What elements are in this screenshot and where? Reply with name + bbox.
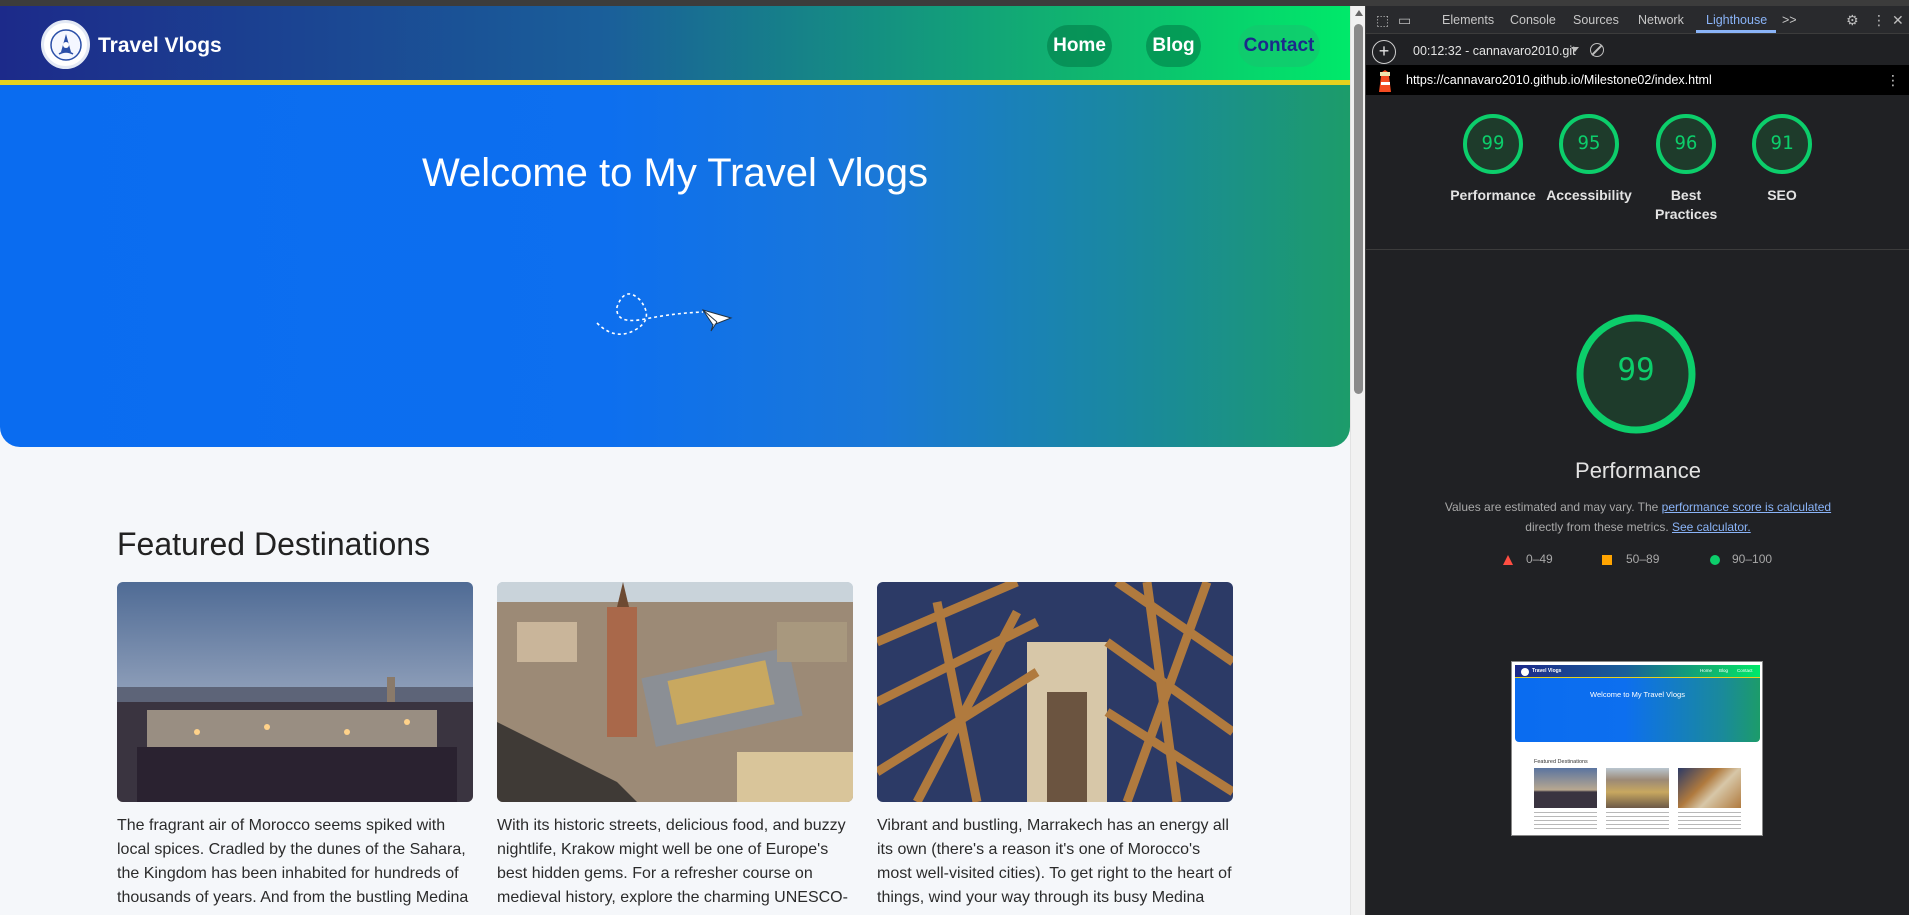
gauge-label: Accessibility (1546, 187, 1632, 203)
scrollbar-thumb[interactable] (1354, 24, 1363, 394)
site-brand[interactable]: Travel Vlogs (98, 34, 222, 58)
legend-average: 50–89 (1626, 552, 1660, 566)
note-text: directly from these metrics. (1525, 520, 1669, 534)
thumbnail-title: Welcome to My Travel Vlogs (1590, 690, 1685, 699)
tab-sources[interactable]: Sources (1573, 13, 1619, 27)
score-note: Values are estimated and may vary. The p… (1366, 497, 1909, 537)
thumbnail-text-lines (1534, 812, 1597, 832)
settings-gear-icon[interactable]: ⚙ (1846, 12, 1859, 29)
thumbnail-text-lines (1678, 812, 1741, 832)
chevron-down-icon[interactable] (1571, 47, 1579, 52)
more-options-icon[interactable]: ⋮ (1872, 12, 1886, 29)
lighthouse-logo-icon (1379, 70, 1391, 92)
gauge-seo[interactable]: 91 SEO (1737, 112, 1827, 205)
devtools-panel: ⬚ ▭ Elements Console Sources Network Lig… (1365, 6, 1909, 915)
performance-main-score: 99 (1617, 352, 1655, 388)
destination-card: Vibrant and bustling, Marrakech has an e… (877, 582, 1233, 915)
average-square-icon (1602, 555, 1612, 565)
destination-description: With its historic streets, delicious foo… (497, 817, 848, 906)
gauge-score: 96 (1674, 132, 1698, 154)
tab-console[interactable]: Console (1510, 13, 1556, 27)
featured-title: Featured Destinations (117, 526, 431, 562)
site-logo[interactable] (41, 20, 90, 69)
destination-description: Vibrant and bustling, Marrakech has an e… (877, 817, 1232, 906)
destination-card: The fragrant air of Morocco seems spiked… (117, 582, 473, 915)
inspect-element-icon[interactable]: ⬚ (1376, 12, 1389, 29)
site-navbar: Travel Vlogs Home Blog Contact (0, 6, 1350, 85)
gauge-accessibility[interactable]: 95 Accessibility (1544, 112, 1634, 205)
gauge-score: 91 (1770, 132, 1794, 154)
tab-elements[interactable]: Elements (1442, 13, 1494, 27)
website-viewport: Travel Vlogs Home Blog Contact Welcome t… (0, 6, 1350, 915)
note-text: Values are estimated and may vary. The (1444, 500, 1662, 514)
destination-card: With its historic streets, delicious foo… (497, 582, 853, 915)
thumbnail-image (1534, 768, 1597, 808)
tab-lighthouse[interactable]: Lighthouse (1706, 13, 1767, 27)
gauge-score: 99 (1481, 132, 1505, 154)
see-calculator-link[interactable]: See calculator. (1672, 520, 1751, 534)
destination-image[interactable] (497, 582, 853, 802)
report-url-bar: https://cannavaro2010.github.io/Mileston… (1366, 65, 1909, 95)
paper-plane-icon (596, 293, 733, 335)
thumbnail-image (1606, 768, 1669, 808)
thumbnail-text-lines (1606, 812, 1669, 832)
thumbnail-hero (1515, 678, 1760, 742)
new-report-plus-icon[interactable]: + (1372, 40, 1396, 64)
travel-logo-icon (49, 28, 82, 61)
thumbnail-featured: Featured Destinations (1534, 759, 1588, 765)
thumbnail-brand: Travel Vlogs (1532, 668, 1562, 674)
report-url[interactable]: https://cannavaro2010.github.io/Mileston… (1406, 73, 1712, 87)
hero-banner: Welcome to My Travel Vlogs (0, 85, 1350, 447)
clear-reports-icon[interactable] (1590, 43, 1604, 57)
legend-pass: 90–100 (1732, 552, 1773, 566)
thumbnail-nav-contact: Contact (1737, 668, 1753, 673)
devtools-tabbar: ⬚ ▭ Elements Console Sources Network Lig… (1366, 6, 1909, 34)
gauge-best-practices[interactable]: 96 Best Practices (1641, 112, 1731, 224)
tab-network[interactable]: Network (1638, 13, 1684, 27)
thumbnail-image (1678, 768, 1741, 808)
gauge-label: Best Practices (1655, 187, 1718, 222)
nav-contact-link[interactable]: Contact (1238, 25, 1320, 67)
legend-fail: 0–49 (1526, 552, 1553, 566)
fail-triangle-icon (1503, 555, 1513, 565)
score-gauges: 99 Performance 95 Accessibility 96 Best … (1366, 96, 1909, 250)
thumbnail-navbar: Travel Vlogs Home Blog Contact (1515, 665, 1760, 678)
scroll-up-arrow-icon[interactable] (1355, 10, 1363, 16)
gauge-performance[interactable]: 99 Performance (1448, 112, 1538, 205)
thumbnail-logo-icon (1521, 668, 1529, 676)
page-scrollbar[interactable] (1350, 6, 1365, 915)
final-screenshot-thumbnail[interactable]: Travel Vlogs Home Blog Contact Welcome t… (1511, 661, 1763, 836)
thumbnail-nav-blog: Blog (1719, 668, 1729, 673)
performance-score-link[interactable]: performance score is calculated (1662, 500, 1831, 514)
report-session-select[interactable]: 00:12:32 - cannavaro2010.git (1413, 44, 1576, 58)
gauge-label: Performance (1450, 187, 1536, 203)
thumbnail-nav-home: Home (1700, 668, 1713, 673)
performance-heading: Performance (1575, 458, 1701, 483)
report-menu-icon[interactable]: ⋮ (1886, 72, 1900, 89)
more-tabs-icon[interactable]: >> (1782, 13, 1797, 27)
pass-circle-icon (1710, 555, 1720, 565)
gauge-score: 95 (1577, 132, 1601, 154)
nav-blog-link[interactable]: Blog (1146, 25, 1201, 67)
destination-image[interactable] (117, 582, 473, 802)
close-icon[interactable]: ✕ (1892, 12, 1904, 29)
active-tab-indicator (1696, 30, 1776, 33)
device-toolbar-icon[interactable]: ▭ (1398, 12, 1411, 29)
hero-title: Welcome to My Travel Vlogs (421, 151, 929, 195)
destination-image[interactable] (877, 582, 1233, 802)
gauge-label: SEO (1767, 187, 1797, 203)
nav-home-link[interactable]: Home (1047, 25, 1112, 67)
destination-description: The fragrant air of Morocco seems spiked… (117, 817, 469, 906)
